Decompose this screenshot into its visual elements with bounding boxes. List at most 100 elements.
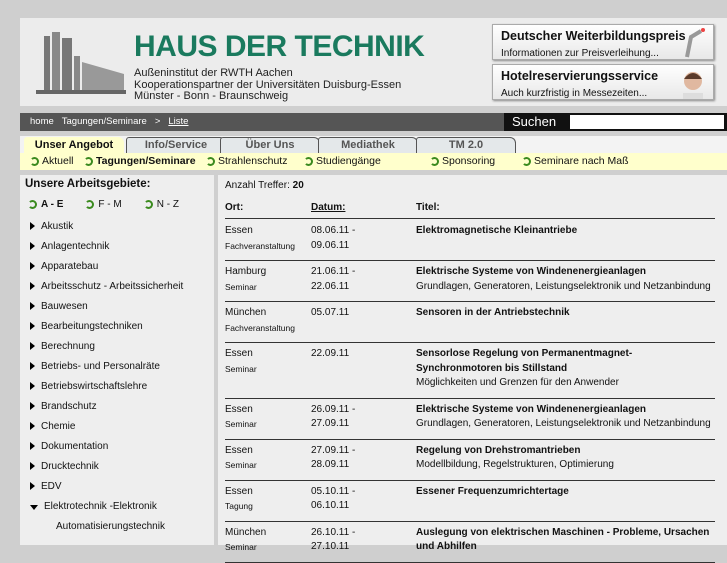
triangle-right-icon (30, 422, 35, 430)
table-row[interactable]: Hamburg Seminar 21.06.11 - 22.06.11 Elektr… (225, 261, 715, 302)
category-label: Berechnung (41, 341, 95, 352)
range-a-e[interactable]: A - E (28, 199, 63, 210)
tab-info-service[interactable]: Info/Service (126, 137, 226, 153)
tab-mediathek[interactable]: Mediathek (318, 137, 418, 153)
sidebar-category[interactable]: Drucktechnik (30, 461, 183, 481)
arrow-circle-icon (430, 156, 439, 166)
header-titel: Titel: (416, 202, 440, 213)
promo-title: Deutscher Weiterbildungspreis (501, 29, 686, 43)
cell-ort: München Fachveranstaltung (225, 306, 295, 336)
sidebar-category[interactable]: Apparatebau (30, 261, 183, 281)
subnav-aktuell[interactable]: Aktuell (30, 155, 74, 167)
sidebar-category[interactable]: Bearbeitungstechniken (30, 321, 183, 341)
table-row[interactable]: Essen Seminar 22.09.11 Sensorlose Regelun… (225, 343, 715, 399)
triangle-right-icon (30, 462, 35, 470)
cell-ort: Essen Seminar (225, 444, 257, 474)
event-type: Seminar (225, 281, 257, 292)
category-label: Arbeitsschutz - Arbeitssicherheit (41, 281, 184, 292)
subnav-strahlenschutz[interactable]: Strahlenschutz (206, 155, 287, 167)
sidebar-category[interactable]: Bauwesen (30, 301, 183, 321)
breadcrumb: home Tagungen/Seminare > Liste (30, 116, 188, 127)
sidebar-category[interactable]: Betriebs- und Personalräte (30, 361, 183, 381)
subtitle-line: Münster - Bonn - Braunschweig (134, 90, 289, 102)
tab-unser-angebot[interactable]: Unser Angebot (24, 137, 124, 153)
breadcrumb-home[interactable]: home (30, 116, 54, 127)
ort: Essen (225, 348, 253, 359)
cell-datum: 08.06.11 - 09.06.11 (311, 224, 355, 253)
triangle-right-icon (30, 242, 35, 250)
date-start: 26.10.11 - (311, 526, 356, 538)
tab-tm20[interactable]: TM 2.0 (416, 137, 516, 153)
cell-datum: 05.10.11 - 06.10.11 (311, 485, 355, 514)
header-datum-sort[interactable]: Datum: (311, 202, 345, 213)
event-title-link[interactable]: Regelung von Drehstromantrieben (416, 445, 580, 456)
subnav-sponsoring[interactable]: Sponsoring (430, 155, 495, 167)
sidebar-category[interactable]: Elektrotechnik -Elektronik (30, 501, 183, 521)
triangle-right-icon (30, 362, 35, 370)
cell-datum: 05.07.11 (311, 306, 349, 321)
range-f-m[interactable]: F - M (85, 199, 122, 210)
building-logo-icon[interactable] (36, 32, 126, 94)
breadcrumb-bar: home Tagungen/Seminare > Liste Suchen (20, 113, 727, 131)
event-type: Seminar (225, 419, 257, 429)
table-row[interactable]: Essen Seminar 27.09.11 - 28.09.11 Regelung… (225, 440, 715, 481)
brand-title[interactable]: HAUS DER TECHNIK (134, 30, 425, 64)
breadcrumb-liste[interactable]: Liste (168, 116, 188, 127)
date-end: 27.09.11 (311, 418, 350, 429)
event-title-link[interactable]: Elektrische Systeme von Windenenergieanl… (416, 266, 646, 277)
table-row[interactable]: Essen Fachveranstaltung 08.06.11 - 09.06.1… (225, 220, 715, 261)
search-input[interactable] (570, 115, 724, 129)
promo-text: Informationen zur Preisverleihung... (501, 48, 659, 59)
sidebar-category[interactable]: Brandschutz (30, 401, 183, 421)
subnav-seminare-nach-mass[interactable]: Seminare nach Maß (522, 155, 629, 167)
arrow-circle-icon (84, 156, 93, 166)
triangle-right-icon (30, 342, 35, 350)
sidebar-category[interactable]: Akustik (30, 221, 183, 241)
subnav-label: Sponsoring (442, 155, 496, 167)
event-title-link[interactable]: Elektromagnetische Kleinantriebe (416, 225, 577, 236)
breadcrumb-tagungen[interactable]: Tagungen/Seminare (62, 116, 147, 127)
table-row[interactable]: Essen Tagung 05.10.11 - 06.10.11 Essener F… (225, 481, 715, 522)
category-label: Brandschutz (41, 401, 97, 412)
subnav-studiengaenge[interactable]: Studiengänge (304, 155, 381, 167)
sidebar-category[interactable]: Betriebswirtschaftslehre (30, 381, 183, 401)
sidebar-category[interactable]: Chemie (30, 421, 183, 441)
table-row[interactable]: München Fachveranstaltung 05.07.11 Sensor… (225, 302, 715, 343)
category-label: Bauwesen (41, 301, 88, 312)
cell-titel: Auslegung von elektrischen Maschinen - P… (416, 526, 709, 555)
cell-datum: 22.09.11 (311, 347, 349, 362)
cell-ort: Essen Seminar (225, 403, 257, 433)
arrow-circle-icon (30, 156, 39, 166)
sidebar-category[interactable]: Dokumentation (30, 441, 183, 461)
search-box: Suchen (504, 113, 727, 131)
promo-text: Auch kurzfristig in Messezeiten... (501, 88, 648, 99)
table-row[interactable]: Essen Seminar 26.09.11 - 27.09.11 Elektris… (225, 399, 715, 440)
subnav-label: Studiengänge (316, 155, 381, 167)
event-title-link[interactable]: Essener Frequenzumrichtertage (416, 486, 569, 497)
sidebar-category[interactable]: Anlagentechnik (30, 241, 183, 261)
event-type: Seminar (225, 363, 257, 374)
sidebar-subcategory[interactable]: Automatisierungstechnik (30, 521, 183, 541)
event-title-link[interactable]: Sensorlose Regelung von Permanentmagnet-… (416, 348, 632, 374)
event-title-link[interactable]: Elektrische Systeme von Windenenergieanl… (416, 404, 646, 415)
event-subtitle: Grundlagen, Generatoren, Leistungselektr… (416, 280, 711, 292)
ort: Hamburg (225, 266, 267, 277)
table-row[interactable]: München Seminar 26.10.11 - 27.10.11 Ausleg… (225, 522, 715, 563)
arrow-circle-icon (143, 200, 153, 209)
ort: Essen (225, 444, 253, 456)
arrow-circle-icon (304, 156, 313, 166)
sidebar-category[interactable]: Arbeitsschutz - Arbeitssicherheit (30, 281, 183, 301)
cell-titel: Elektromagnetische Kleinantriebe (416, 224, 577, 239)
cell-ort: Essen Tagung (225, 485, 253, 515)
sidebar-category[interactable]: Berechnung (30, 341, 183, 361)
event-title-link[interactable]: Auslegung von elektrischen Maschinen - P… (416, 527, 709, 553)
event-title-link[interactable]: Sensoren in der Antriebstechnik (416, 307, 570, 318)
subnav-tagungen-seminare[interactable]: Tagungen/Seminare (84, 155, 196, 167)
cell-datum: 21.06.11 - 22.06.11 (311, 265, 355, 294)
triangle-right-icon (30, 282, 35, 290)
sidebar-category[interactable]: EDV (30, 481, 183, 501)
tab-ueber-uns[interactable]: Über Uns (220, 137, 320, 153)
promo-hotel[interactable]: Hotelreservierungsservice Auch kurzfrist… (492, 64, 714, 100)
range-n-z[interactable]: N - Z (143, 199, 179, 210)
promo-weiterbildungspreis[interactable]: Deutscher Weiterbildungspreis Informatio… (492, 24, 714, 60)
